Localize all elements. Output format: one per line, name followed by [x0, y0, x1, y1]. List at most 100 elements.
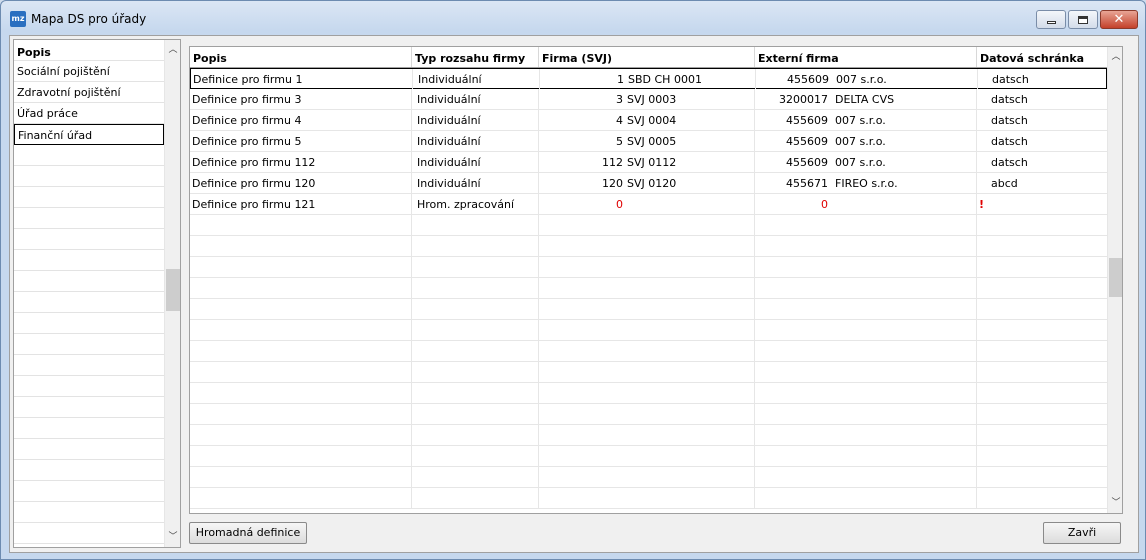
- empty-cell: [539, 257, 755, 277]
- close-button[interactable]: Zavři: [1043, 522, 1121, 544]
- empty-cell: [977, 278, 1107, 298]
- empty-cell: [539, 320, 755, 340]
- scroll-up-icon[interactable]: ︿: [1108, 49, 1122, 65]
- cell-popis[interactable]: Definice pro firmu 4: [190, 110, 412, 130]
- cell-popis[interactable]: Definice pro firmu 5: [190, 131, 412, 151]
- office-list-header[interactable]: Popis: [14, 40, 164, 61]
- empty-list-row: [14, 376, 164, 397]
- column-header-externi-firma[interactable]: Externí firma: [755, 47, 977, 67]
- table-row[interactable]: Definice pro firmu 1 Individuální 1 SBD CH …: [190, 68, 1107, 89]
- empty-cell: [190, 215, 412, 235]
- column-header-typ[interactable]: Typ rozsahu firmy: [412, 47, 539, 67]
- cell-typ[interactable]: Individuální: [412, 173, 539, 193]
- empty-cell: [977, 320, 1107, 340]
- list-item[interactable]: Finanční úřad: [14, 124, 164, 145]
- column-header-firma[interactable]: Firma (SVJ): [539, 47, 755, 67]
- cell-externi-firma[interactable]: 455609 007 s.r.o.: [755, 110, 977, 130]
- table-row[interactable]: Definice pro firmu 112 Individuální 112 SVJ…: [190, 152, 1107, 173]
- cell-popis[interactable]: Definice pro firmu 1: [191, 69, 413, 89]
- cell-datova-schranka[interactable]: datsch: [977, 131, 1107, 151]
- datova-schranka-text: datsch: [992, 73, 1029, 86]
- empty-list-row: [14, 187, 164, 208]
- scroll-down-icon[interactable]: ﹀: [165, 529, 181, 545]
- empty-table-row: [190, 467, 1107, 488]
- list-item[interactable]: Sociální pojištění: [14, 61, 164, 82]
- maximize-button[interactable]: [1068, 10, 1098, 29]
- column-header-popis[interactable]: Popis: [190, 47, 412, 67]
- datova-schranka-text: datsch: [991, 156, 1028, 169]
- maximize-icon: [1078, 15, 1088, 24]
- cell-datova-schranka[interactable]: datsch: [977, 110, 1107, 130]
- popis-text: Definice pro firmu 3: [192, 93, 302, 106]
- empty-list-row: [14, 292, 164, 313]
- empty-list-row: [14, 271, 164, 292]
- table-row[interactable]: Definice pro firmu 5 Individuální 5 SVJ 000…: [190, 131, 1107, 152]
- externi-name: 007 s.r.o.: [835, 114, 886, 127]
- cell-firma[interactable]: 4 SVJ 0004: [539, 110, 755, 130]
- cell-datova-schranka[interactable]: datsch: [977, 89, 1107, 109]
- empty-cell: [412, 488, 539, 508]
- cell-externi-firma[interactable]: 455609 007 s.r.o.: [756, 69, 978, 89]
- cell-firma[interactable]: 120 SVJ 0120: [539, 173, 755, 193]
- cell-popis[interactable]: Definice pro firmu 112: [190, 152, 412, 172]
- cell-externi-firma[interactable]: 455609 007 s.r.o.: [755, 131, 977, 151]
- list-item[interactable]: Zdravotní pojištění: [14, 82, 164, 103]
- grid-header: Popis Typ rozsahu firmy Firma (SVJ) Exte…: [190, 47, 1107, 68]
- cell-firma[interactable]: 112 SVJ 0112: [539, 152, 755, 172]
- empty-list-row: [14, 166, 164, 187]
- firma-number: 120: [602, 177, 623, 190]
- office-list: Popis Sociální pojištění Zdravotní pojišt…: [13, 39, 181, 548]
- cell-typ[interactable]: Individuální: [412, 89, 539, 109]
- scrollbar-thumb[interactable]: [166, 269, 180, 311]
- list-item[interactable]: Úřad práce: [14, 103, 164, 124]
- externi-number: 3200017: [779, 93, 828, 106]
- cell-firma[interactable]: 1 SBD CH 0001: [540, 69, 756, 89]
- cell-firma[interactable]: 5 SVJ 0005: [539, 131, 755, 151]
- scroll-up-icon[interactable]: ︿: [165, 42, 181, 58]
- cell-typ[interactable]: Hrom. zpracování: [412, 194, 539, 214]
- close-window-button[interactable]: ✕: [1100, 10, 1138, 29]
- window-title: Mapa DS pro úřady: [31, 12, 147, 26]
- firma-name: SVJ 0120: [627, 177, 677, 190]
- table-row[interactable]: Definice pro firmu 121 Hrom. zpracování 0 0…: [190, 194, 1107, 215]
- cell-externi-firma[interactable]: 455671 FIREO s.r.o.: [755, 173, 977, 193]
- cell-typ[interactable]: Individuální: [412, 110, 539, 130]
- cell-typ[interactable]: Individuální: [412, 131, 539, 151]
- typ-text: Individuální: [418, 73, 482, 86]
- column-header-datova-schranka[interactable]: Datová schránka: [977, 47, 1107, 67]
- table-row[interactable]: Definice pro firmu 3 Individuální 3 SVJ 000…: [190, 89, 1107, 110]
- definitions-grid: Popis Typ rozsahu firmy Firma (SVJ) Exte…: [189, 46, 1123, 514]
- popis-text: Definice pro firmu 112: [192, 156, 316, 169]
- cell-popis[interactable]: Definice pro firmu 121: [190, 194, 412, 214]
- cell-typ[interactable]: Individuální: [412, 152, 539, 172]
- cell-firma[interactable]: 0: [539, 194, 755, 214]
- cell-datova-schranka[interactable]: datsch: [977, 152, 1107, 172]
- cell-firma[interactable]: 3 SVJ 0003: [539, 89, 755, 109]
- empty-cell: [977, 341, 1107, 361]
- cell-datova-schranka[interactable]: abcd: [977, 173, 1107, 193]
- empty-cell: [977, 383, 1107, 403]
- cell-typ[interactable]: Individuální: [413, 69, 540, 89]
- table-row[interactable]: Definice pro firmu 120 Individuální 120 SVJ…: [190, 173, 1107, 194]
- popis-text: Definice pro firmu 5: [192, 135, 302, 148]
- cell-popis[interactable]: Definice pro firmu 120: [190, 173, 412, 193]
- bulk-definition-button[interactable]: Hromadná definice: [189, 522, 307, 544]
- scroll-down-icon[interactable]: ﹀: [1108, 495, 1122, 511]
- cell-externi-firma[interactable]: 455609 007 s.r.o.: [755, 152, 977, 172]
- empty-cell: [977, 425, 1107, 445]
- cell-datova-schranka[interactable]: !: [977, 194, 1107, 214]
- minimize-button[interactable]: [1036, 10, 1066, 29]
- empty-cell: [539, 425, 755, 445]
- grid-scrollbar[interactable]: ︿ ﹀: [1107, 47, 1122, 513]
- cell-datova-schranka[interactable]: datsch: [978, 69, 1108, 89]
- cell-popis[interactable]: Definice pro firmu 3: [190, 89, 412, 109]
- table-row[interactable]: Definice pro firmu 4 Individuální 4 SVJ 000…: [190, 110, 1107, 131]
- cell-externi-firma[interactable]: 0: [755, 194, 977, 214]
- empty-cell: [190, 236, 412, 256]
- scrollbar-thumb[interactable]: [1109, 258, 1122, 297]
- cell-externi-firma[interactable]: 3200017 DELTA CVS: [755, 89, 977, 109]
- office-list-scrollbar[interactable]: ︿ ﹀: [164, 40, 180, 547]
- title-bar[interactable]: mz Mapa DS pro úřady ✕: [1, 1, 1145, 35]
- empty-cell: [755, 425, 977, 445]
- typ-text: Individuální: [417, 114, 481, 127]
